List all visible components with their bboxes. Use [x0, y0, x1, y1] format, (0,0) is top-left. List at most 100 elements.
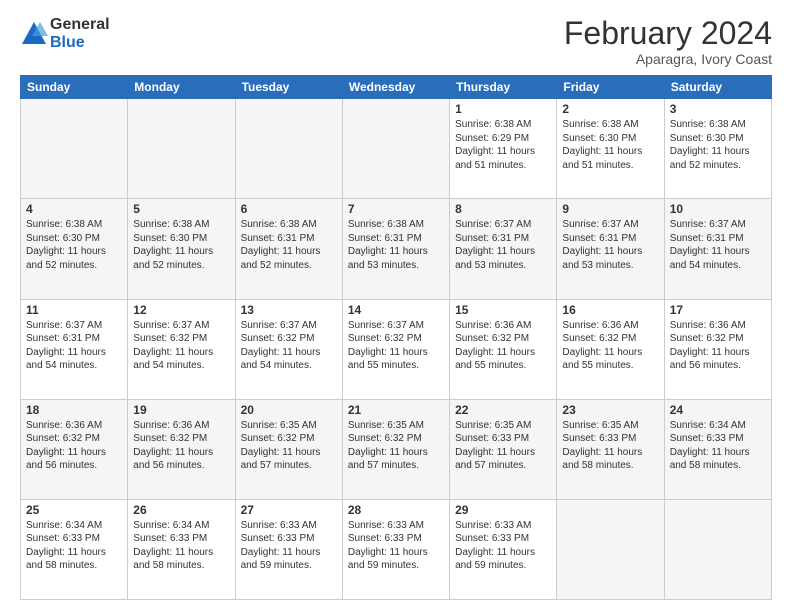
- day-number: 11: [26, 303, 122, 317]
- day-number: 19: [133, 403, 229, 417]
- weekday-header: Sunday: [21, 76, 128, 99]
- day-number: 24: [670, 403, 766, 417]
- day-number: 8: [455, 202, 551, 216]
- logo-icon: [20, 20, 48, 48]
- calendar-cell: [128, 99, 235, 199]
- calendar-cell: 11 Sunrise: 6:37 AM Sunset: 6:31 PM Dayli…: [21, 299, 128, 399]
- day-number: 26: [133, 503, 229, 517]
- calendar-cell: [21, 99, 128, 199]
- calendar-header-row: SundayMondayTuesdayWednesdayThursdayFrid…: [21, 76, 772, 99]
- calendar-week-row: 11 Sunrise: 6:37 AM Sunset: 6:31 PM Dayli…: [21, 299, 772, 399]
- day-number: 22: [455, 403, 551, 417]
- page: General Blue February 2024 Aparagra, Ivo…: [0, 0, 792, 612]
- calendar-cell: 29 Sunrise: 6:33 AM Sunset: 6:33 PM Dayli…: [450, 499, 557, 599]
- calendar-cell: 14 Sunrise: 6:37 AM Sunset: 6:32 PM Dayli…: [342, 299, 449, 399]
- calendar-cell: 19Sunrise: 6:36 AM Sunset: 6:32 PM Dayli…: [128, 399, 235, 499]
- calendar-cell: [342, 99, 449, 199]
- calendar-cell: 27 Sunrise: 6:33 AM Sunset: 6:33 PM Dayli…: [235, 499, 342, 599]
- day-number: 2: [562, 102, 658, 116]
- calendar-cell: 26Sunrise: 6:34 AM Sunset: 6:33 PM Dayli…: [128, 499, 235, 599]
- day-number: 6: [241, 202, 337, 216]
- day-number: 9: [562, 202, 658, 216]
- day-number: 27: [241, 503, 337, 517]
- day-number: 17: [670, 303, 766, 317]
- calendar-cell: 5 Sunrise: 6:38 AM Sunset: 6:30 PM Daylig…: [128, 199, 235, 299]
- day-number: 25: [26, 503, 122, 517]
- day-info: Sunrise: 6:33 AM Sunset: 6:33 PM Dayligh…: [455, 519, 551, 573]
- subtitle: Aparagra, Ivory Coast: [564, 51, 772, 67]
- day-info: Sunrise: 6:33 AM Sunset: 6:33 PM Dayligh…: [241, 519, 337, 573]
- calendar-cell: 1Sunrise: 6:38 AM Sunset: 6:29 PM Daylig…: [450, 99, 557, 199]
- title-block: February 2024 Aparagra, Ivory Coast: [564, 16, 772, 67]
- header: General Blue February 2024 Aparagra, Ivo…: [20, 16, 772, 67]
- calendar-cell: 22 Sunrise: 6:35 AM Sunset: 6:33 PM Dayli…: [450, 399, 557, 499]
- day-number: 7: [348, 202, 444, 216]
- calendar-table: SundayMondayTuesdayWednesdayThursdayFrid…: [20, 75, 772, 600]
- day-number: 3: [670, 102, 766, 116]
- day-info: Sunrise: 6:38 AM Sunset: 6:30 PM Dayligh…: [133, 218, 229, 272]
- day-info: Sunrise: 6:37 AM Sunset: 6:31 PM Dayligh…: [26, 319, 122, 373]
- logo-text: General Blue: [50, 16, 110, 51]
- day-info: Sunrise: 6:35 AM Sunset: 6:32 PM Dayligh…: [241, 419, 337, 473]
- main-title: February 2024: [564, 16, 772, 51]
- day-number: 10: [670, 202, 766, 216]
- weekday-header: Friday: [557, 76, 664, 99]
- logo: General Blue: [20, 16, 110, 51]
- day-info: Sunrise: 6:37 AM Sunset: 6:32 PM Dayligh…: [348, 319, 444, 373]
- calendar-cell: [664, 499, 771, 599]
- day-number: 20: [241, 403, 337, 417]
- calendar-cell: 8 Sunrise: 6:37 AM Sunset: 6:31 PM Daylig…: [450, 199, 557, 299]
- day-number: 28: [348, 503, 444, 517]
- calendar-cell: 13 Sunrise: 6:37 AM Sunset: 6:32 PM Dayli…: [235, 299, 342, 399]
- day-info: Sunrise: 6:37 AM Sunset: 6:32 PM Dayligh…: [241, 319, 337, 373]
- day-info: Sunrise: 6:37 AM Sunset: 6:31 PM Dayligh…: [670, 218, 766, 272]
- calendar-cell: 28Sunrise: 6:33 AM Sunset: 6:33 PM Dayli…: [342, 499, 449, 599]
- day-info: Sunrise: 6:34 AM Sunset: 6:33 PM Dayligh…: [670, 419, 766, 473]
- day-number: 4: [26, 202, 122, 216]
- day-info: Sunrise: 6:36 AM Sunset: 6:32 PM Dayligh…: [562, 319, 658, 373]
- calendar-cell: [557, 499, 664, 599]
- day-info: Sunrise: 6:35 AM Sunset: 6:33 PM Dayligh…: [562, 419, 658, 473]
- day-info: Sunrise: 6:35 AM Sunset: 6:33 PM Dayligh…: [455, 419, 551, 473]
- day-info: Sunrise: 6:38 AM Sunset: 6:31 PM Dayligh…: [348, 218, 444, 272]
- day-info: Sunrise: 6:36 AM Sunset: 6:32 PM Dayligh…: [26, 419, 122, 473]
- weekday-header: Monday: [128, 76, 235, 99]
- calendar-cell: [235, 99, 342, 199]
- calendar-week-row: 18Sunrise: 6:36 AM Sunset: 6:32 PM Dayli…: [21, 399, 772, 499]
- day-number: 1: [455, 102, 551, 116]
- day-info: Sunrise: 6:38 AM Sunset: 6:30 PM Dayligh…: [26, 218, 122, 272]
- day-info: Sunrise: 6:38 AM Sunset: 6:30 PM Dayligh…: [670, 118, 766, 172]
- calendar-cell: 7 Sunrise: 6:38 AM Sunset: 6:31 PM Daylig…: [342, 199, 449, 299]
- day-info: Sunrise: 6:38 AM Sunset: 6:31 PM Dayligh…: [241, 218, 337, 272]
- calendar-cell: 9 Sunrise: 6:37 AM Sunset: 6:31 PM Daylig…: [557, 199, 664, 299]
- weekday-header: Tuesday: [235, 76, 342, 99]
- calendar-cell: 12 Sunrise: 6:37 AM Sunset: 6:32 PM Dayli…: [128, 299, 235, 399]
- logo-general: General: [50, 16, 110, 34]
- calendar-week-row: 4 Sunrise: 6:38 AM Sunset: 6:30 PM Daylig…: [21, 199, 772, 299]
- calendar-cell: 6 Sunrise: 6:38 AM Sunset: 6:31 PM Daylig…: [235, 199, 342, 299]
- day-info: Sunrise: 6:37 AM Sunset: 6:31 PM Dayligh…: [562, 218, 658, 272]
- day-number: 14: [348, 303, 444, 317]
- calendar-cell: 10 Sunrise: 6:37 AM Sunset: 6:31 PM Dayli…: [664, 199, 771, 299]
- day-info: Sunrise: 6:36 AM Sunset: 6:32 PM Dayligh…: [455, 319, 551, 373]
- day-number: 15: [455, 303, 551, 317]
- calendar-cell: 25Sunrise: 6:34 AM Sunset: 6:33 PM Dayli…: [21, 499, 128, 599]
- logo-blue: Blue: [50, 34, 110, 52]
- day-number: 5: [133, 202, 229, 216]
- day-info: Sunrise: 6:35 AM Sunset: 6:32 PM Dayligh…: [348, 419, 444, 473]
- calendar-cell: 4 Sunrise: 6:38 AM Sunset: 6:30 PM Daylig…: [21, 199, 128, 299]
- calendar-cell: 23 Sunrise: 6:35 AM Sunset: 6:33 PM Dayli…: [557, 399, 664, 499]
- day-number: 21: [348, 403, 444, 417]
- day-number: 13: [241, 303, 337, 317]
- day-info: Sunrise: 6:37 AM Sunset: 6:32 PM Dayligh…: [133, 319, 229, 373]
- calendar-cell: 16Sunrise: 6:36 AM Sunset: 6:32 PM Dayli…: [557, 299, 664, 399]
- calendar-cell: 2Sunrise: 6:38 AM Sunset: 6:30 PM Daylig…: [557, 99, 664, 199]
- day-number: 29: [455, 503, 551, 517]
- day-number: 23: [562, 403, 658, 417]
- calendar-cell: 17 Sunrise: 6:36 AM Sunset: 6:32 PM Dayli…: [664, 299, 771, 399]
- day-info: Sunrise: 6:36 AM Sunset: 6:32 PM Dayligh…: [670, 319, 766, 373]
- day-number: 12: [133, 303, 229, 317]
- calendar-week-row: 1Sunrise: 6:38 AM Sunset: 6:29 PM Daylig…: [21, 99, 772, 199]
- day-info: Sunrise: 6:37 AM Sunset: 6:31 PM Dayligh…: [455, 218, 551, 272]
- calendar-cell: 20 Sunrise: 6:35 AM Sunset: 6:32 PM Dayli…: [235, 399, 342, 499]
